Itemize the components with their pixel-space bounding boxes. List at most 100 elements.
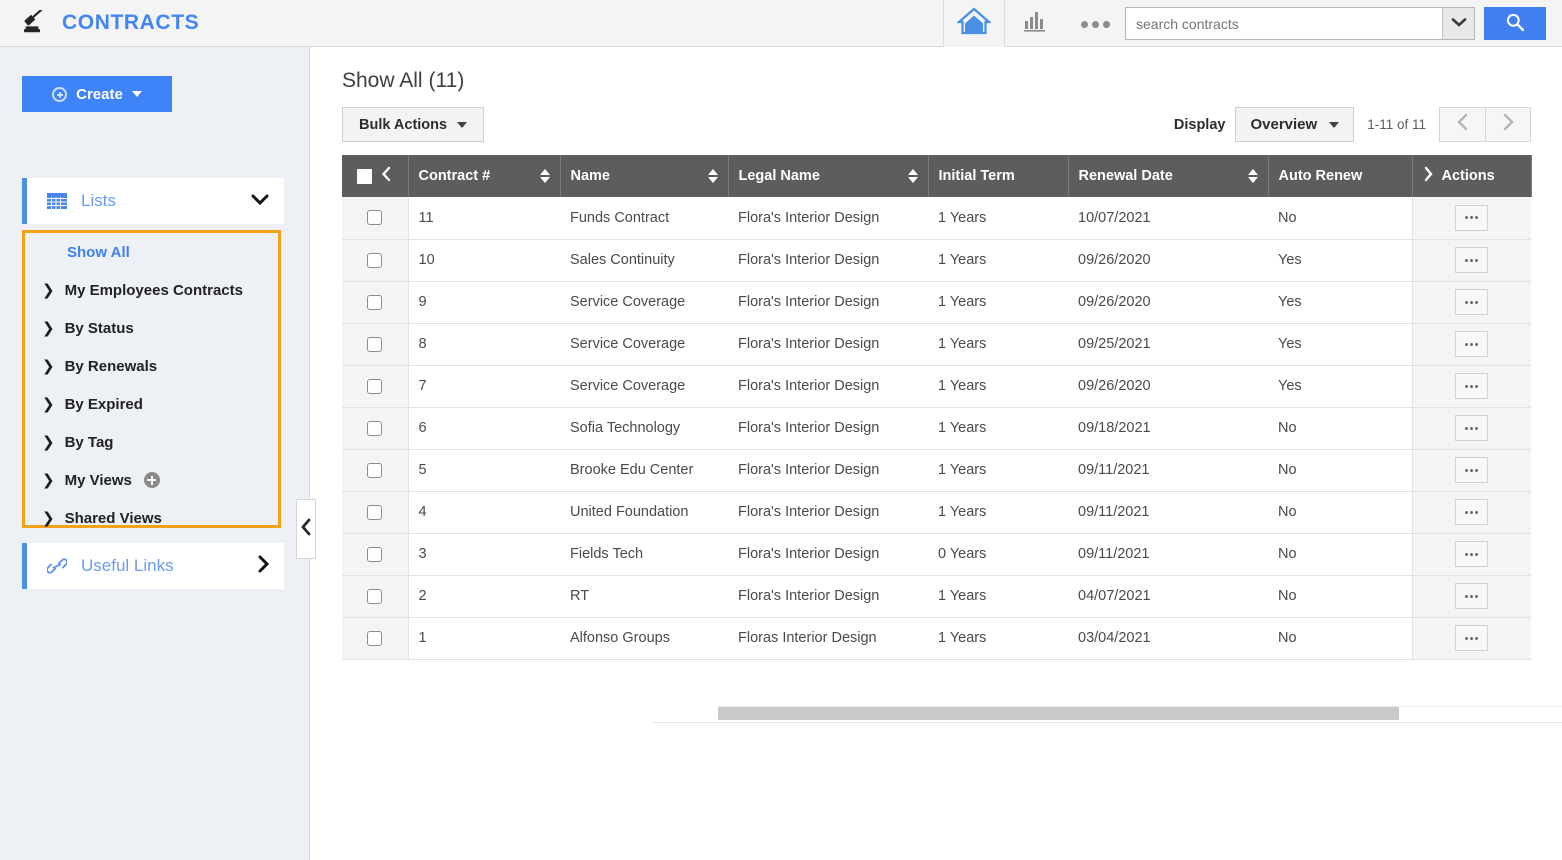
table-row[interactable]: 11 Funds Contract Flora's Interior Design 1… [342, 197, 1531, 240]
row-actions-cell[interactable] [1411, 407, 1531, 450]
row-actions-cell[interactable] [1411, 281, 1531, 324]
sidebar-item-by-renewals[interactable]: ❯ By Renewals [25, 347, 278, 385]
cell-initial-term: 1 Years [928, 449, 1068, 492]
sidebar-item-by-status[interactable]: ❯ By Status [25, 309, 278, 347]
bulk-actions-button[interactable]: Bulk Actions [342, 107, 485, 142]
table-row[interactable]: 9 Service Coverage Flora's Interior Design… [342, 281, 1531, 324]
column-header-auto-renew[interactable]: Auto Renew [1268, 155, 1413, 197]
table-row[interactable]: 5 Brooke Edu Center Flora's Interior Desig… [342, 449, 1531, 492]
add-view-icon[interactable] [143, 472, 160, 488]
row-checkbox[interactable] [367, 588, 383, 604]
table-row[interactable]: 10 Sales Continuity Flora's Interior Desig… [342, 239, 1531, 282]
row-actions-cell[interactable] [1411, 197, 1531, 240]
search-dropdown-button[interactable] [1442, 8, 1474, 39]
row-actions-button[interactable] [1455, 247, 1489, 273]
column-header-renewal-date[interactable]: Renewal Date [1068, 155, 1269, 197]
row-actions-button[interactable] [1455, 583, 1489, 609]
column-header-initial-term[interactable]: Initial Term [928, 155, 1069, 197]
sidebar-item-by-expired[interactable]: ❯ By Expired [25, 385, 278, 423]
sort-icon[interactable] [907, 169, 918, 183]
table-row[interactable]: 8 Service Coverage Flora's Interior Design… [342, 323, 1531, 366]
scrollbar-thumb[interactable] [718, 707, 1399, 720]
row-actions-cell[interactable] [1411, 575, 1531, 618]
search-input[interactable] [1126, 8, 1442, 39]
row-select-cell[interactable] [342, 449, 409, 492]
row-checkbox[interactable] [367, 378, 383, 394]
row-select-cell[interactable] [342, 365, 409, 408]
row-checkbox[interactable] [367, 504, 383, 520]
row-actions-cell[interactable] [1411, 323, 1531, 366]
column-header-select-all[interactable] [342, 155, 409, 197]
column-header-name[interactable]: Name [560, 155, 729, 197]
row-select-cell[interactable] [342, 323, 409, 366]
table-row[interactable]: 6 Sofia Technology Flora's Interior Design… [342, 407, 1531, 450]
column-header-actions[interactable]: Actions [1412, 155, 1532, 197]
row-select-cell[interactable] [342, 533, 409, 576]
table-row[interactable]: 2 RT Flora's Interior Design 1 Years 04/07/2… [342, 575, 1531, 618]
chevron-right-icon: ❯ [42, 356, 55, 375]
row-actions-button[interactable] [1455, 204, 1489, 231]
row-checkbox[interactable] [367, 546, 383, 562]
row-select-cell[interactable] [342, 617, 409, 660]
search-button[interactable] [1484, 7, 1546, 40]
row-select-cell[interactable] [342, 239, 409, 282]
row-checkbox[interactable] [367, 294, 383, 310]
row-actions-button[interactable] [1455, 625, 1489, 651]
row-actions-button[interactable] [1455, 373, 1489, 399]
display-controls: Display Overview 1-11 of 11 [1174, 107, 1531, 142]
select-all-checkbox[interactable] [357, 168, 373, 184]
sidebar-item-by-tag[interactable]: ❯ By Tag [25, 423, 278, 461]
row-actions-cell[interactable] [1411, 365, 1531, 408]
previous-page-button[interactable] [1439, 107, 1485, 142]
row-select-cell[interactable] [342, 407, 409, 450]
row-checkbox[interactable] [367, 630, 383, 646]
analytics-button[interactable] [1005, 0, 1065, 47]
chevron-left-icon[interactable] [380, 166, 392, 186]
table-row[interactable]: 4 United Foundation Flora's Interior Desig… [342, 491, 1531, 534]
row-select-cell[interactable] [342, 197, 409, 240]
row-select-cell[interactable] [342, 281, 409, 324]
row-actions-cell[interactable] [1411, 239, 1531, 282]
sidebar-collapse-button[interactable] [296, 499, 316, 559]
sidebar-section-lists[interactable]: Lists [22, 178, 284, 224]
row-actions-button[interactable] [1455, 457, 1489, 483]
row-actions-cell[interactable] [1411, 491, 1531, 534]
row-actions-button[interactable] [1455, 415, 1489, 441]
sidebar-item-my-employees-contracts[interactable]: ❯ My Employees Contracts [25, 271, 278, 309]
sort-icon[interactable] [1247, 169, 1258, 183]
row-select-cell[interactable] [342, 491, 409, 534]
display-mode-select[interactable]: Overview [1235, 107, 1355, 142]
row-actions-cell[interactable] [1411, 617, 1531, 660]
row-select-cell[interactable] [342, 575, 409, 618]
row-checkbox[interactable] [367, 210, 383, 226]
sidebar-item-shared-views[interactable]: ❯ Shared Views [25, 499, 278, 537]
table-row[interactable]: 1 Alfonso Groups Floras Interior Design 1 Y… [342, 617, 1531, 660]
column-header-legal-name[interactable]: Legal Name [728, 155, 929, 197]
row-actions-cell[interactable] [1411, 533, 1531, 576]
row-actions-button[interactable] [1455, 331, 1489, 357]
row-checkbox[interactable] [367, 420, 383, 436]
table-row[interactable]: 3 Fields Tech Flora's Interior Design 0 Yea… [342, 533, 1531, 576]
row-actions-button[interactable] [1455, 289, 1489, 315]
column-label: Initial Term [938, 168, 1015, 184]
row-actions-cell[interactable] [1411, 449, 1531, 492]
row-actions-button[interactable] [1455, 499, 1489, 525]
row-checkbox[interactable] [367, 462, 383, 478]
row-checkbox[interactable] [367, 336, 383, 352]
row-checkbox[interactable] [367, 252, 383, 268]
horizontal-scrollbar[interactable] [718, 706, 1562, 720]
table-row[interactable]: 7 Service Coverage Flora's Interior Design… [342, 365, 1531, 408]
column-header-contract-no[interactable]: Contract # [408, 155, 561, 197]
more-menu-button[interactable] [1065, 0, 1125, 47]
row-actions-button[interactable] [1455, 541, 1489, 567]
next-page-button[interactable] [1485, 107, 1531, 142]
sidebar-section-useful-links[interactable]: Useful Links [22, 543, 284, 589]
sidebar-item-my-views[interactable]: ❯ My Views [25, 461, 278, 499]
sort-icon[interactable] [539, 169, 550, 183]
home-button[interactable] [943, 0, 1005, 47]
cell-contract-no: 3 [408, 533, 560, 576]
sort-icon[interactable] [707, 169, 718, 183]
chevron-right-icon[interactable] [1423, 166, 1434, 186]
create-button[interactable]: Create [22, 76, 172, 112]
sidebar-item-show-all[interactable]: Show All [25, 233, 278, 271]
